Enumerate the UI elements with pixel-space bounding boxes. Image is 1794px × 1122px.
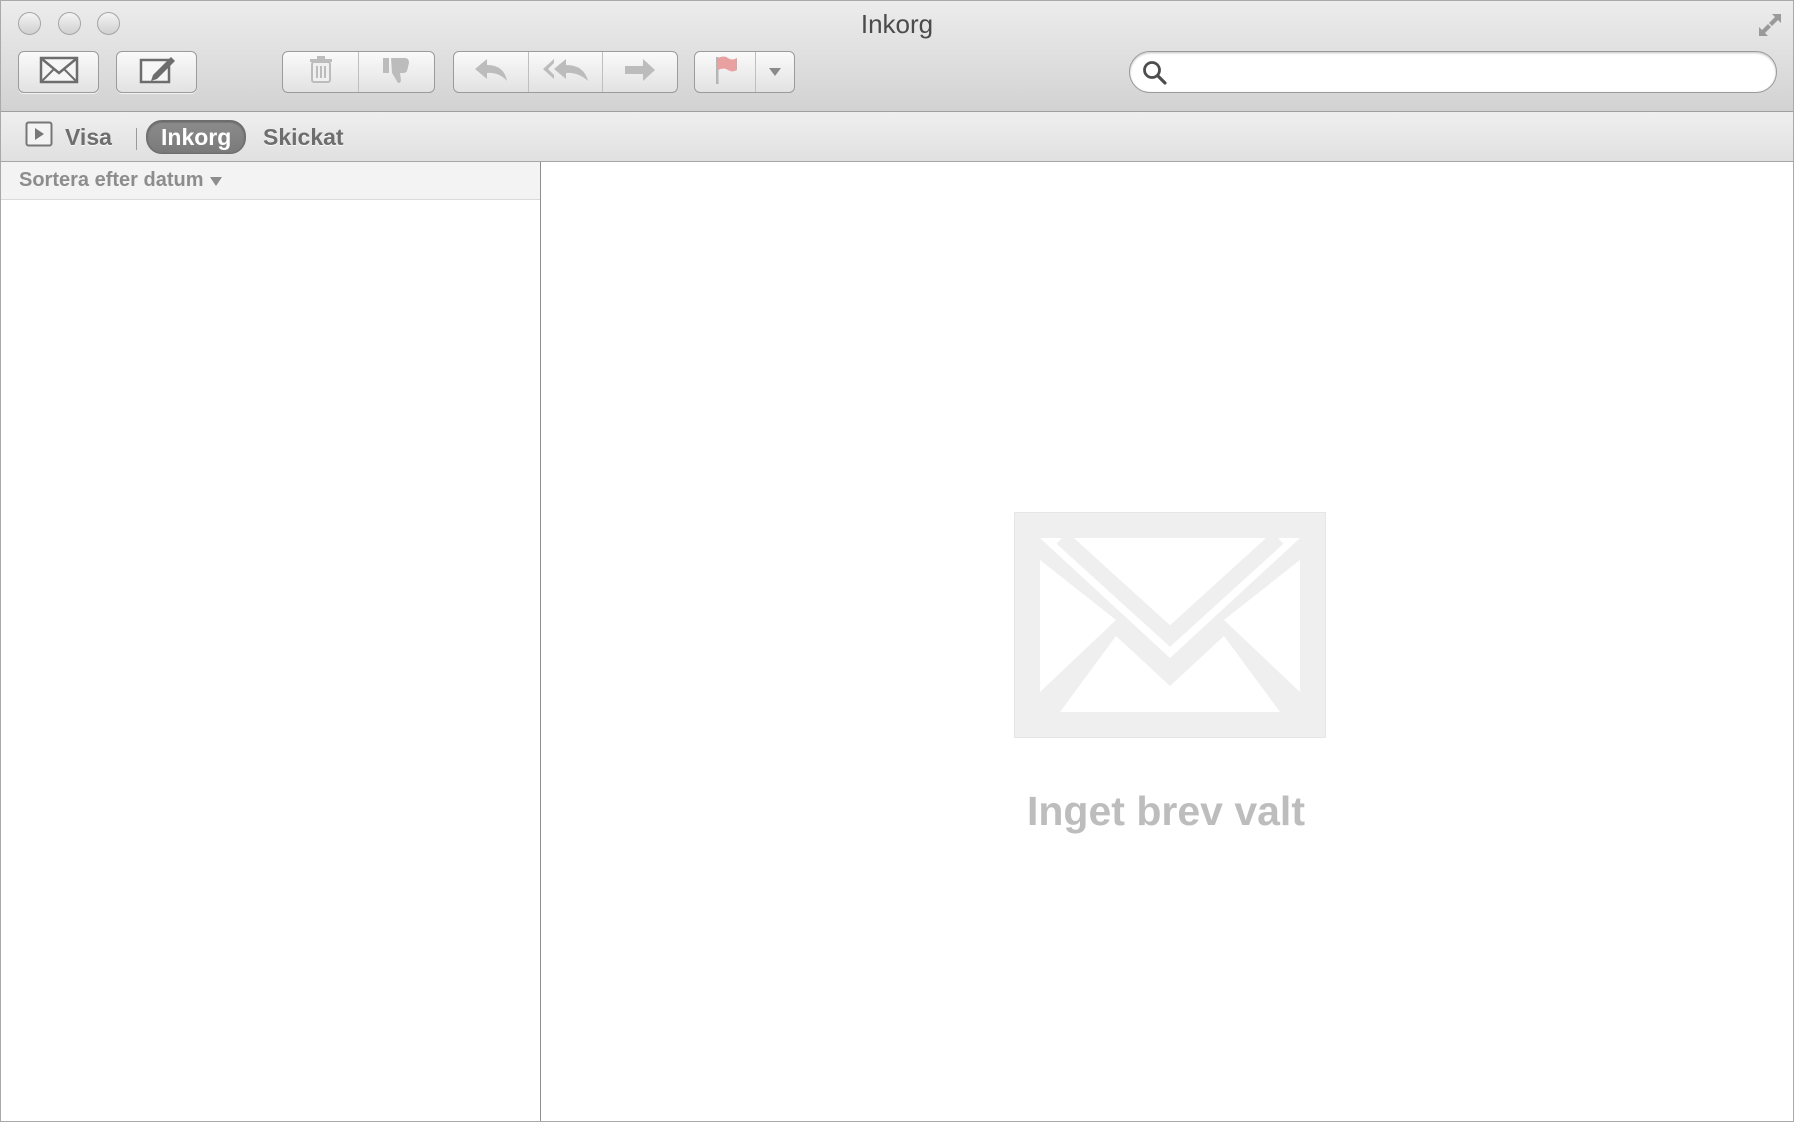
mail-window: Inkorg Visa Inkorg Skickat Sortera efter… <box>0 0 1794 1122</box>
message-list[interactable]: Sortera efter datum <box>1 162 541 1121</box>
forward-button[interactable] <box>602 52 677 92</box>
junk-button[interactable] <box>358 52 434 92</box>
compose-button[interactable] <box>116 51 197 93</box>
show-mailboxes-label: Visa <box>65 123 112 150</box>
search-field[interactable] <box>1129 51 1777 93</box>
no-message-selected-text: Inget brev valt <box>1027 788 1305 834</box>
sort-menu[interactable]: Sortera efter datum <box>1 162 540 200</box>
trash-icon <box>309 55 333 89</box>
reply-icon <box>473 57 509 88</box>
envelope-icon <box>39 56 79 89</box>
compose-icon <box>137 55 177 90</box>
envelope-icon <box>1013 511 1327 743</box>
favorite-sent[interactable]: Skickat <box>263 122 344 152</box>
forward-icon <box>623 57 657 88</box>
favorite-inbox[interactable]: Inkorg <box>146 120 247 154</box>
fullscreen-icon[interactable] <box>1755 10 1785 40</box>
thumbs-down-icon <box>381 55 413 90</box>
sort-label: Sortera efter datum <box>19 169 204 191</box>
play-icon <box>25 121 53 153</box>
reply-all-button[interactable] <box>527 52 603 92</box>
delete-junk-group <box>282 51 435 93</box>
favorites-divider <box>136 128 137 150</box>
search-icon <box>1142 60 1168 91</box>
flag-menu-button[interactable] <box>755 52 794 92</box>
search-input[interactable] <box>1176 56 1760 90</box>
reply-all-icon <box>542 57 590 88</box>
window-title: Inkorg <box>860 9 934 39</box>
delete-button[interactable] <box>283 52 358 92</box>
reply-button[interactable] <box>454 52 528 92</box>
titlebar: Inkorg <box>1 1 1793 112</box>
flag-button[interactable] <box>695 52 755 92</box>
reply-group <box>453 51 678 93</box>
flag-group <box>694 51 795 93</box>
flag-icon <box>711 54 739 91</box>
message-preview: Inget brev valt <box>542 162 1793 1121</box>
chevron-down-icon <box>209 177 222 186</box>
chevron-down-icon <box>769 68 782 76</box>
favorites-bar: Visa Inkorg Skickat <box>1 112 1793 162</box>
show-mailboxes-button[interactable]: Visa <box>25 121 112 153</box>
get-mail-button[interactable] <box>18 51 99 93</box>
